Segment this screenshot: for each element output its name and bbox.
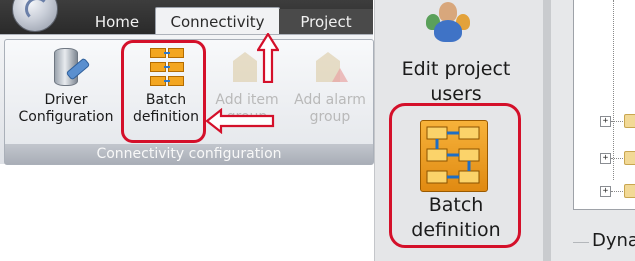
alarm-tag-icon: [310, 46, 350, 88]
tab-home[interactable]: Home: [80, 9, 154, 34]
project-tree: [573, 0, 635, 210]
tree-branch-line: [611, 121, 623, 122]
add-alarm-group-button[interactable]: Add alarm group: [287, 46, 373, 126]
up-arrow-annotation: [257, 33, 279, 83]
section-label: Dyna: [592, 230, 635, 251]
panel-splitter[interactable]: [543, 0, 551, 261]
database-wrench-icon: [46, 46, 91, 88]
folder-icon: [624, 184, 635, 198]
tree-guide-line: [613, 0, 614, 180]
tree-expander[interactable]: +: [600, 116, 611, 127]
driver-configuration-label-line1: Driver: [44, 92, 88, 108]
group-caption: Connectivity configuration: [5, 144, 373, 164]
add-alarm-group-label-line1: Add alarm: [294, 92, 366, 108]
folder-icon: [624, 151, 635, 165]
tree-expander[interactable]: +: [600, 186, 611, 197]
edit-project-users-button[interactable]: Edit project users: [376, 57, 536, 107]
add-item-group-label-line1: Add item: [215, 92, 279, 108]
edit-project-users-label-line1: Edit project: [401, 58, 511, 80]
ribbon-tab-bar: Home Connectivity Project: [0, 0, 373, 36]
folder-icon: [624, 114, 635, 128]
driver-configuration-button[interactable]: Driver Configuration: [3, 46, 129, 126]
tree-branch-line: [611, 191, 623, 192]
tab-project[interactable]: Project: [279, 9, 373, 34]
users-icon: [422, 2, 474, 44]
driver-configuration-label-line2: Configuration: [18, 109, 114, 125]
tree-expander[interactable]: +: [600, 153, 611, 164]
application-menu-button[interactable]: [12, 0, 58, 32]
highlight-box-side-batch: [389, 103, 521, 248]
add-alarm-group-label-line2: group: [309, 109, 351, 125]
section-rule: [573, 242, 589, 243]
left-arrow-annotation: [205, 108, 275, 134]
highlight-box-ribbon-batch: [121, 40, 206, 143]
tab-connectivity[interactable]: Connectivity: [155, 7, 280, 36]
tree-branch-line: [611, 158, 623, 159]
